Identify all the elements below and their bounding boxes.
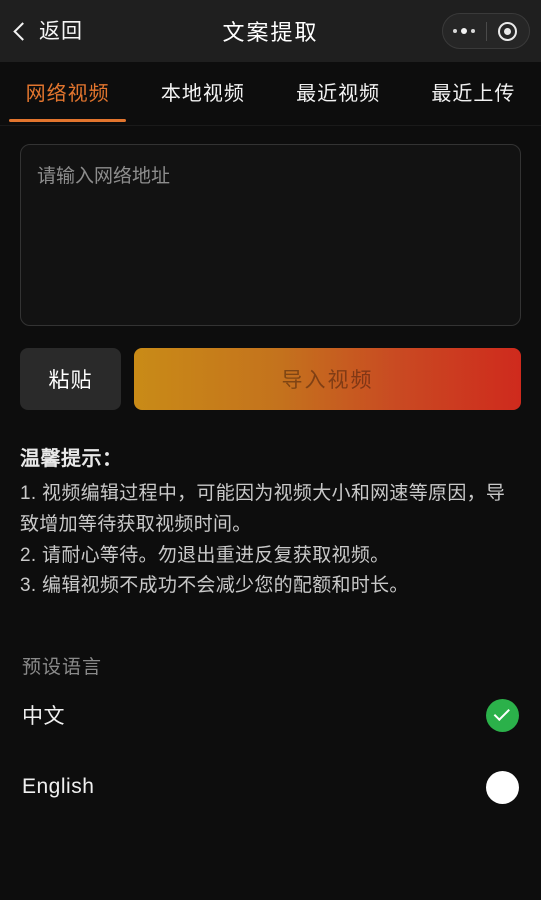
tab-label: 最近上传 bbox=[431, 83, 516, 105]
app-root: 返回 文案提取 网络视频 本地视频 最近视频 最近上传 请输入网络地址 粘贴 导… bbox=[0, 0, 541, 900]
tab-bar: 网络视频 本地视频 最近视频 最近上传 bbox=[0, 62, 541, 126]
tab-label: 网络视频 bbox=[25, 83, 110, 105]
tips-item: 1. 视频编辑过程中，可能因为视频大小和网速等原因，导致增加等待获取视频时间。 bbox=[20, 483, 506, 535]
language-section-title: 预设语言 bbox=[22, 657, 103, 679]
import-video-button[interactable]: 导入视频 bbox=[134, 348, 521, 410]
url-input[interactable] bbox=[20, 144, 521, 326]
language-option-label: English bbox=[22, 775, 95, 799]
target-ring bbox=[498, 21, 518, 41]
tips-item: 2. 请耐心等待。勿退出重进反复获取视频。 bbox=[20, 544, 390, 566]
selected-check-icon[interactable] bbox=[486, 698, 519, 732]
language-section: 预设语言 中文 English bbox=[0, 652, 541, 823]
dot-right bbox=[471, 29, 476, 33]
tips-item: 3. 编辑视频不成功不会减少您的配额和时长。 bbox=[20, 575, 409, 597]
dot-left bbox=[453, 29, 458, 33]
language-option-label: 中文 bbox=[22, 705, 65, 729]
tab-recent-video[interactable]: 最近视频 bbox=[271, 62, 406, 125]
paste-button[interactable]: 粘贴 bbox=[20, 348, 121, 410]
target-circle-icon[interactable] bbox=[487, 14, 530, 48]
action-button-row: 粘贴 导入视频 bbox=[20, 348, 521, 410]
navigation-bar: 返回 文案提取 bbox=[0, 0, 541, 62]
language-option-english[interactable]: English bbox=[0, 751, 541, 823]
tab-label: 最近视频 bbox=[296, 83, 381, 105]
language-option-chinese[interactable]: 中文 bbox=[0, 679, 541, 751]
back-button[interactable]: 返回 bbox=[0, 0, 83, 62]
tab-label: 本地视频 bbox=[160, 83, 245, 105]
unselected-radio-icon[interactable] bbox=[486, 770, 519, 804]
tips-block: 温馨提示： 1. 视频编辑过程中，可能因为视频大小和网速等原因，导致增加等待获取… bbox=[20, 442, 521, 602]
chevron-left-icon bbox=[13, 21, 32, 41]
tab-recent-upload[interactable]: 最近上传 bbox=[406, 62, 541, 125]
dot-middle bbox=[461, 28, 468, 34]
tips-title: 温馨提示： bbox=[20, 448, 123, 470]
tab-network-video[interactable]: 网络视频 bbox=[0, 62, 135, 125]
main-content: 粘贴 导入视频 温馨提示： 1. 视频编辑过程中，可能因为视频大小和网速等原因，… bbox=[0, 126, 541, 602]
tab-local-video[interactable]: 本地视频 bbox=[135, 62, 270, 125]
more-dots-icon[interactable] bbox=[443, 14, 486, 48]
back-button-label: 返回 bbox=[39, 19, 83, 43]
target-dot bbox=[504, 27, 512, 35]
checkmark-glyph bbox=[493, 704, 510, 722]
miniprogram-capsule bbox=[442, 13, 530, 49]
